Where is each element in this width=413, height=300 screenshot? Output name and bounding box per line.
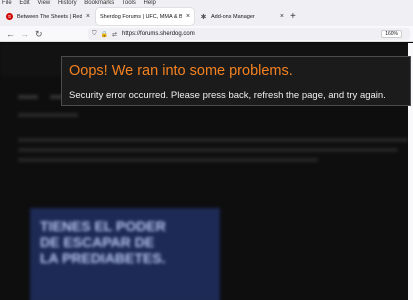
tab-sherdog[interactable]: Sherdog Forums | UFC, MMA & Boxing × (96, 8, 194, 25)
error-message: Security error occurred. Please press ba… (69, 90, 386, 101)
promo-banner[interactable]: TIENES EL PODER DE ESCAPAR DE LA PREDIAB… (30, 208, 220, 300)
navigation-bar: ← → ↻ ⛉ 🔒 ⇄ https://forums.sherdog.com 1… (0, 26, 413, 42)
redcircle-icon: ⦸ (6, 13, 13, 20)
error-dialog: Oops! We ran into some problems. Securit… (61, 56, 411, 106)
tab-addons[interactable]: ✱ Add-ons Manager × (196, 8, 288, 25)
back-button[interactable]: ← (6, 28, 15, 40)
url-bar[interactable]: ⛉ 🔒 ⇄ https://forums.sherdog.com 160% (88, 28, 410, 40)
promo-line: TIENES EL PODER (40, 218, 166, 234)
reload-button[interactable]: ↻ (35, 28, 43, 40)
new-tab-button[interactable]: + (290, 11, 296, 22)
url-text: https://forums.sherdog.com (122, 31, 195, 37)
tab-title: Add-ons Manager (211, 13, 255, 20)
promo-text: TIENES EL PODER DE ESCAPAR DE LA PREDIAB… (40, 218, 166, 266)
permissions-icon[interactable]: ⇄ (112, 31, 117, 38)
tab-title: Between The Sheets | RedCircle (17, 13, 82, 20)
promo-line: DE ESCAPAR DE (40, 234, 155, 250)
close-icon[interactable]: × (86, 13, 90, 20)
shield-icon[interactable]: ⛉ (92, 31, 97, 38)
promo-line: LA PREDIABETES. (40, 250, 166, 266)
lock-icon[interactable]: 🔒 (101, 31, 108, 38)
error-title: Oops! We ran into some problems. (69, 63, 293, 79)
tab-title: Sherdog Forums | UFC, MMA & Boxing (100, 13, 182, 20)
tab-redcircle[interactable]: ⦸ Between The Sheets | RedCircle × (2, 8, 94, 25)
close-icon[interactable]: × (186, 13, 190, 20)
tab-strip: ⦸ Between The Sheets | RedCircle × Sherd… (0, 6, 413, 26)
forward-button[interactable]: → (20, 28, 29, 40)
zoom-level[interactable]: 160% (381, 30, 402, 38)
close-icon[interactable]: × (280, 13, 284, 20)
puzzle-icon: ✱ (200, 13, 207, 21)
